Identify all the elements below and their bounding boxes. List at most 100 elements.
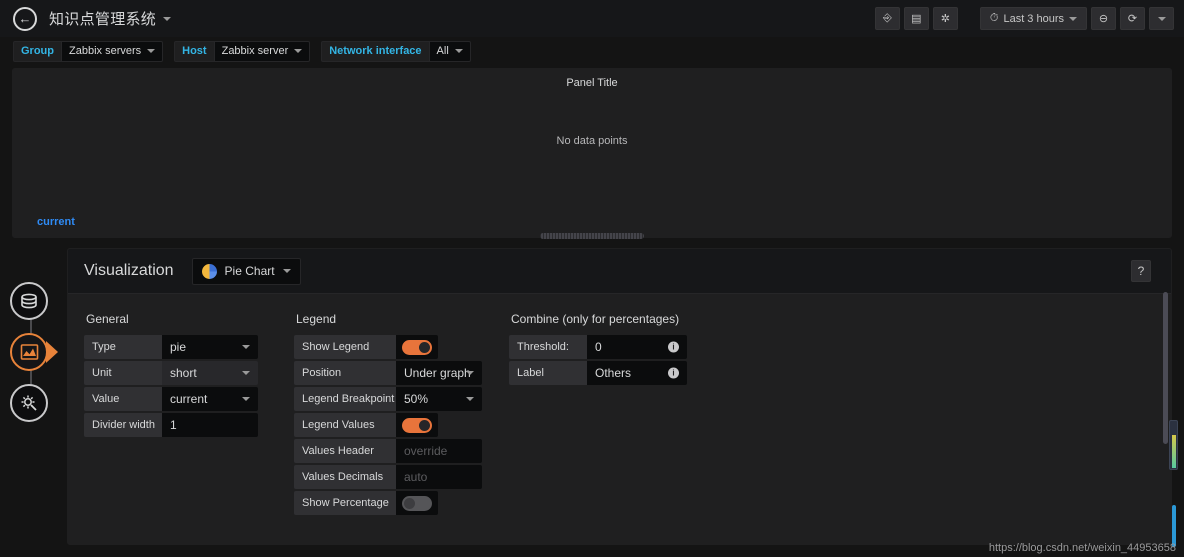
legend-breakpoint-value: 50%: [404, 392, 429, 406]
panel-legend-item[interactable]: current: [37, 216, 75, 228]
info-icon[interactable]: i: [668, 367, 679, 379]
variable-label-network-interface: Network interface: [321, 40, 429, 62]
chevron-down-icon: [242, 371, 250, 375]
refresh-button[interactable]: ⟳: [1120, 7, 1145, 30]
legend-position-row: Position Under graph: [294, 361, 499, 385]
legend-breakpoint-label: Legend Breakpoint: [294, 387, 396, 411]
visualization-editor: Visualization Pie Chart ? General Type p…: [67, 248, 1172, 545]
general-value-label: Value: [84, 387, 162, 411]
panel-preview[interactable]: Panel Title No data points current: [12, 68, 1172, 238]
help-button[interactable]: ?: [1131, 260, 1151, 282]
values-decimals-input[interactable]: auto: [396, 465, 482, 489]
values-header-input[interactable]: override: [396, 439, 482, 463]
editor-heading: Visualization: [84, 262, 174, 279]
general-value-select[interactable]: current: [162, 387, 258, 411]
chevron-down-icon: [282, 269, 291, 273]
show-legend-label: Show Legend: [294, 335, 396, 359]
gear-cog-icon: [21, 395, 37, 411]
legend-section-title: Legend: [296, 312, 337, 326]
toggle-knob: [419, 419, 430, 431]
values-decimals-placeholder: auto: [404, 470, 428, 484]
general-type-select[interactable]: pie: [162, 335, 258, 359]
chevron-down-icon: [466, 397, 474, 401]
visualization-type-picker[interactable]: Pie Chart: [191, 257, 301, 285]
legend-section: Legend Show Legend Position Under graph …: [294, 312, 509, 544]
visualization-type-label: Pie Chart: [224, 264, 275, 278]
editor-vertical-scrollbar[interactable]: [1163, 292, 1168, 444]
panel-title: Panel Title: [566, 77, 618, 89]
sidebar-item-queries[interactable]: [10, 282, 48, 320]
save-dashboard-button[interactable]: ▤: [903, 7, 929, 30]
time-range-picker[interactable]: ⏱ Last 3 hours: [979, 7, 1087, 30]
toggle-knob: [419, 341, 430, 353]
general-unit-row: Unit short: [84, 361, 284, 385]
share-dashboard-button[interactable]: ⎆: [874, 7, 900, 30]
values-header-placeholder: override: [404, 444, 448, 458]
chevron-down-icon: [147, 49, 156, 53]
combine-threshold-row: Threshold: 0 i: [509, 335, 759, 359]
chevron-down-icon: [454, 49, 463, 53]
editor-tab-rail: [10, 282, 58, 422]
variable-value-host: Zabbix server: [221, 45, 289, 57]
refresh-icon: ⟳: [1127, 13, 1138, 25]
combine-threshold-input[interactable]: 0 i: [587, 335, 687, 359]
variable-group: Group Zabbix servers: [13, 40, 164, 62]
legend-breakpoint-select[interactable]: 50%: [396, 387, 482, 411]
back-button[interactable]: ←: [13, 6, 37, 31]
show-legend-toggle[interactable]: [402, 339, 432, 355]
info-icon[interactable]: i: [668, 341, 679, 353]
general-unit-value: short: [170, 366, 197, 380]
combine-section: Combine (only for percentages) Threshold…: [509, 312, 769, 544]
show-percentage-toggle[interactable]: [402, 495, 432, 511]
page-scrollbar-thumb[interactable]: [1169, 420, 1178, 470]
arrow-left-icon: ←: [18, 11, 32, 26]
general-type-label: Type: [84, 335, 162, 359]
legend-position-select[interactable]: Under graph: [396, 361, 482, 385]
panel-resize-handle[interactable]: [540, 233, 644, 239]
general-divider-width-value: 1: [170, 418, 177, 432]
legend-values-toggle[interactable]: [402, 417, 432, 433]
editor-body: General Type pie Unit short Value curren…: [68, 293, 1171, 544]
general-unit-select[interactable]: short: [162, 361, 258, 385]
combine-threshold-label: Threshold:: [509, 335, 587, 359]
show-legend-toggle-cell: [396, 335, 438, 359]
chevron-down-icon: [1157, 16, 1166, 21]
sidebar-item-general[interactable]: [10, 384, 48, 422]
page-scrollbar-secondary[interactable]: [1172, 505, 1176, 547]
combine-section-title: Combine (only for percentages): [511, 312, 680, 326]
sidebar-item-visualization[interactable]: [10, 333, 48, 371]
combine-label-row: Label Others i: [509, 361, 759, 385]
variable-select-group[interactable]: Zabbix servers: [61, 40, 164, 62]
panel-no-data-message: No data points: [556, 135, 628, 147]
watermark-url: https://blog.csdn.net/weixin_44953658: [988, 542, 1176, 554]
chart-area-icon: [20, 344, 38, 360]
legend-values-row: Legend Values: [294, 413, 499, 437]
active-tab-arrow: [46, 341, 58, 363]
general-value-value: current: [170, 392, 208, 406]
variable-select-network-interface[interactable]: All: [428, 40, 471, 62]
combine-label-input[interactable]: Others i: [587, 361, 687, 385]
general-divider-width-input[interactable]: 1: [162, 413, 258, 437]
share-icon: ⎆: [882, 12, 892, 24]
show-legend-row: Show Legend: [294, 335, 499, 359]
time-controls-group: ⏱ Last 3 hours ⊖ ⟳: [976, 7, 1174, 30]
editor-header: Visualization Pie Chart ?: [68, 249, 1171, 293]
chevron-down-icon: [466, 371, 474, 375]
time-range-label: Last 3 hours: [1003, 12, 1064, 25]
general-section-title: General: [86, 312, 129, 326]
variable-select-host[interactable]: Zabbix server: [213, 40, 311, 62]
legend-position-value: Under graph: [404, 366, 471, 380]
chevron-down-icon[interactable]: [163, 16, 172, 21]
toggle-knob: [404, 497, 415, 509]
variable-value-group: Zabbix servers: [69, 45, 142, 57]
legend-position-label: Position: [294, 361, 396, 385]
dashboard-settings-button[interactable]: ✲: [932, 7, 958, 30]
scrollbar-gradient-marker: [1172, 435, 1176, 468]
refresh-interval-dropdown[interactable]: [1149, 7, 1174, 30]
general-type-value: pie: [170, 340, 187, 354]
zoom-out-button[interactable]: ⊖: [1091, 7, 1116, 30]
chevron-down-icon: [1069, 16, 1077, 21]
general-unit-label: Unit: [84, 361, 162, 385]
values-header-label: Values Header: [294, 439, 396, 463]
general-divider-width-label: Divider width: [84, 413, 162, 437]
